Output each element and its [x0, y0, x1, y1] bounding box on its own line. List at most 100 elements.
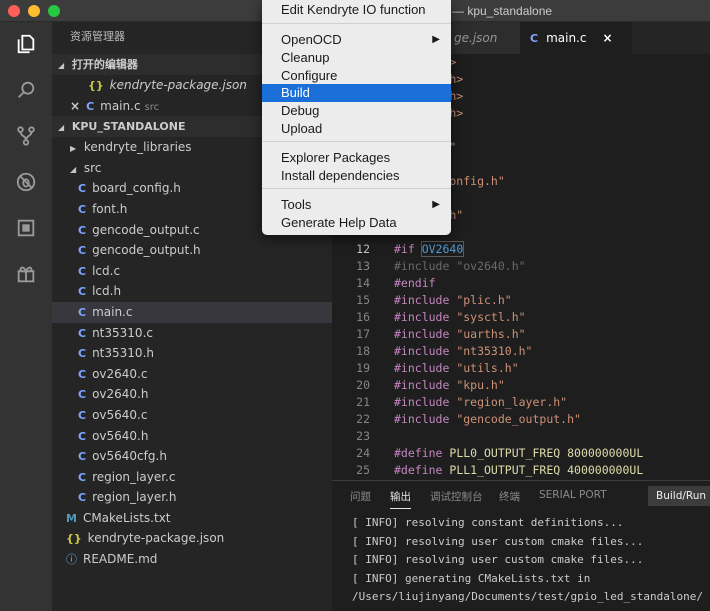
code-argument: PLL0_OUTPUT_FREQ	[449, 446, 561, 460]
code-argument: "uarths.h"	[456, 327, 526, 341]
file-item[interactable]: Cregion_layer.h	[52, 487, 332, 508]
package-icon[interactable]	[14, 262, 38, 286]
file-item[interactable]: Cov2640.c	[52, 364, 332, 385]
code-keyword: #include	[394, 293, 457, 307]
code-keyword: #include	[394, 378, 457, 392]
file-item[interactable]: Cnt35310.c	[52, 323, 332, 344]
debug-icon[interactable]	[14, 170, 38, 194]
code-value: 800000000UL	[560, 446, 644, 460]
folder-label: src	[83, 160, 102, 175]
minimize-window-button[interactable]	[28, 5, 40, 17]
code-keyword: #include	[394, 259, 457, 273]
code-text: #include "ov2640.h"	[394, 258, 526, 275]
menu-item-label: Tools	[281, 197, 312, 212]
c-file-icon: C	[78, 264, 87, 278]
code-value: 400000000UL	[560, 463, 644, 477]
code-text: #include "sysctl.h"	[394, 309, 526, 326]
file-item[interactable]: Clcd.h	[52, 281, 332, 302]
code-argument: "ov2640.h"	[456, 259, 526, 273]
menu-item-install-dependencies[interactable]: Install dependencies	[262, 167, 451, 185]
code-line: 20 #include "kpu.h"	[332, 377, 710, 394]
menu-item-debug[interactable]: Debug	[262, 102, 451, 120]
file-item[interactable]: Clcd.c	[52, 261, 332, 282]
code-line: 16 #include "sysctl.h"	[332, 309, 710, 326]
file-item[interactable]: ⓘ README.md	[52, 549, 332, 570]
code-keyword: #include	[394, 395, 457, 409]
chevron-down-icon: ◢	[70, 164, 77, 174]
source-control-icon[interactable]	[14, 124, 38, 148]
search-icon[interactable]	[14, 78, 38, 102]
code-keyword: #include	[394, 412, 457, 426]
file-label: CMakeLists.txt	[82, 510, 171, 525]
open-editor-path: src	[144, 101, 160, 113]
explorer-icon[interactable]	[14, 32, 38, 56]
menu-item-edit-kendryte-io-function[interactable]: Edit Kendryte IO function	[262, 1, 451, 19]
file-item[interactable]: Cmain.c	[52, 301, 332, 323]
c-file-icon: C	[78, 182, 87, 196]
code-argument: OV2640	[420, 241, 465, 257]
c-file-icon: C	[78, 491, 87, 505]
code-text: #include "plic.h"	[394, 292, 512, 309]
code-keyword: #define	[394, 463, 450, 477]
tab-debug-console[interactable]: 调试控制台	[430, 489, 483, 504]
menu-item-cleanup[interactable]: Cleanup	[262, 49, 451, 67]
file-item[interactable]: Cov5640.c	[52, 405, 332, 426]
file-label: board_config.h	[92, 181, 181, 196]
menu-item-label: OpenOCD	[281, 32, 342, 47]
code-text: #if OV2640	[394, 241, 465, 258]
close-icon[interactable]: ×	[602, 31, 612, 45]
tab-problems[interactable]: 问题	[350, 489, 371, 504]
menu-item-openocd[interactable]: OpenOCD ▶	[262, 31, 451, 49]
file-label: gencode_output.h	[92, 243, 201, 258]
code-line: 24 #define PLL0_OUTPUT_FREQ 800000000UL	[332, 445, 710, 462]
c-file-icon: C	[78, 450, 87, 464]
menu-item-generate-help-data[interactable]: Generate Help Data	[262, 214, 451, 232]
file-item[interactable]: Cov5640cfg.h	[52, 446, 332, 467]
file-label: region_layer.c	[92, 469, 176, 484]
output-channel-select[interactable]: Build/Run	[648, 486, 710, 506]
kendryte-menu: Edit Kendryte IO function OpenOCD ▶ Cleanup…	[262, 0, 451, 235]
file-item[interactable]: Cregion_layer.c	[52, 467, 332, 488]
file-item[interactable]: Cgencode_output.h	[52, 240, 332, 261]
code-keyword: #if	[394, 242, 422, 256]
menu-item-label: Generate Help Data	[281, 215, 397, 230]
chevron-down-icon: ◢	[58, 61, 65, 70]
menu-item-upload[interactable]: Upload	[262, 120, 451, 138]
code-line: 23	[332, 428, 710, 445]
file-item[interactable]: {} kendryte-package.json	[52, 528, 332, 549]
code-line: 12 #if OV2640	[332, 241, 710, 258]
menu-item-tools[interactable]: Tools ▶	[262, 196, 451, 214]
file-label: gencode_output.c	[92, 222, 200, 237]
output-line: [ INFO] resolving user custom cmake file…	[352, 534, 644, 548]
tab-serial-port[interactable]: SERIAL PORT	[539, 489, 607, 501]
tab-main-c[interactable]: Cmain.c ×	[520, 22, 632, 54]
menu-item-label: Debug	[281, 103, 320, 118]
code-argument: "gencode_output.h"	[456, 412, 581, 426]
file-item[interactable]: Cov2640.h	[52, 384, 332, 405]
close-icon[interactable]: ×	[70, 99, 80, 113]
line-number: 18	[356, 344, 370, 358]
line-number: 20	[356, 378, 370, 392]
menu-item-label: Cleanup	[281, 50, 330, 65]
tab-terminal[interactable]: 终端	[499, 489, 520, 504]
json-file-icon: {}	[88, 79, 104, 92]
file-item[interactable]: Cov5640.h	[52, 426, 332, 447]
file-item[interactable]: Cnt35310.h	[52, 343, 332, 364]
c-file-icon: C	[78, 223, 87, 237]
kendryte-icon[interactable]	[14, 216, 38, 240]
submenu-arrow-icon: ▶	[432, 199, 440, 210]
project-title: KPU_STANDALONE	[71, 120, 186, 134]
c-file-icon: C	[78, 305, 87, 319]
c-file-icon: C	[78, 244, 87, 258]
file-label: ov5640.h	[92, 428, 149, 443]
menu-item-configure[interactable]: Configure	[262, 67, 451, 85]
close-window-button[interactable]	[8, 5, 20, 17]
tab-output[interactable]: 输出	[390, 489, 411, 509]
c-file-icon: C	[78, 285, 87, 299]
maximize-window-button[interactable]	[48, 5, 60, 17]
menu-item-build[interactable]: Build	[262, 84, 451, 102]
code-text: #define PLL0_OUTPUT_FREQ 800000000UL	[394, 445, 643, 462]
code-line: 17 #include "uarths.h"	[332, 326, 710, 343]
file-item[interactable]: M CMakeLists.txt	[52, 508, 332, 529]
menu-item-explorer-packages[interactable]: Explorer Packages	[262, 149, 451, 167]
